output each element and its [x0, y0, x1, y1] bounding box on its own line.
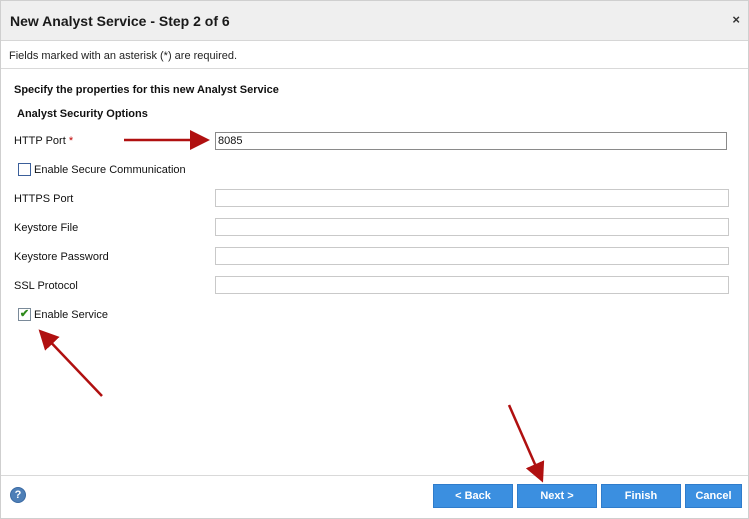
enable-service-label: Enable Service [34, 308, 108, 321]
keystore-password-input[interactable] [215, 247, 729, 265]
enable-service-checkbox[interactable]: ✔ [18, 308, 31, 321]
keystore-file-input[interactable] [215, 218, 729, 236]
dialog-title: New Analyst Service - Step 2 of 6 [10, 13, 230, 29]
new-analyst-service-dialog: New Analyst Service - Step 2 of 6 × Fiel… [0, 0, 749, 519]
finish-button[interactable]: Finish [601, 484, 681, 508]
footer-divider [1, 475, 748, 476]
https-port-input[interactable] [215, 189, 729, 207]
check-icon: ✔ [19, 308, 30, 320]
dialog-titlebar: New Analyst Service - Step 2 of 6 × [1, 1, 748, 41]
https-port-label: HTTPS Port [14, 193, 74, 205]
cancel-button[interactable]: Cancel [685, 484, 742, 508]
required-fields-note: Fields marked with an asterisk (*) are r… [9, 50, 238, 62]
ssl-protocol-label: SSL Protocol [14, 280, 78, 292]
keystore-password-label: Keystore Password [14, 251, 109, 263]
http-port-label: HTTP Port * [14, 135, 73, 147]
http-port-input[interactable] [215, 132, 727, 150]
header-divider [1, 68, 748, 69]
help-icon[interactable]: ? [10, 487, 26, 503]
secure-communication-row[interactable]: Enable Secure Communication [18, 163, 186, 176]
back-button[interactable]: < Back [433, 484, 513, 508]
required-asterisk: * [68, 135, 74, 147]
keystore-file-label: Keystore File [14, 222, 79, 234]
secure-communication-label: Enable Secure Communication [34, 163, 186, 176]
secure-communication-checkbox[interactable] [18, 163, 31, 176]
next-button[interactable]: Next > [517, 484, 597, 508]
step-heading: Specify the properties for this new Anal… [14, 84, 279, 96]
enable-service-row[interactable]: ✔ Enable Service [18, 308, 108, 321]
section-title: Analyst Security Options [17, 108, 148, 120]
http-port-label-text: HTTP Port [14, 135, 66, 147]
close-icon[interactable]: × [732, 13, 740, 27]
ssl-protocol-input[interactable] [215, 276, 729, 294]
